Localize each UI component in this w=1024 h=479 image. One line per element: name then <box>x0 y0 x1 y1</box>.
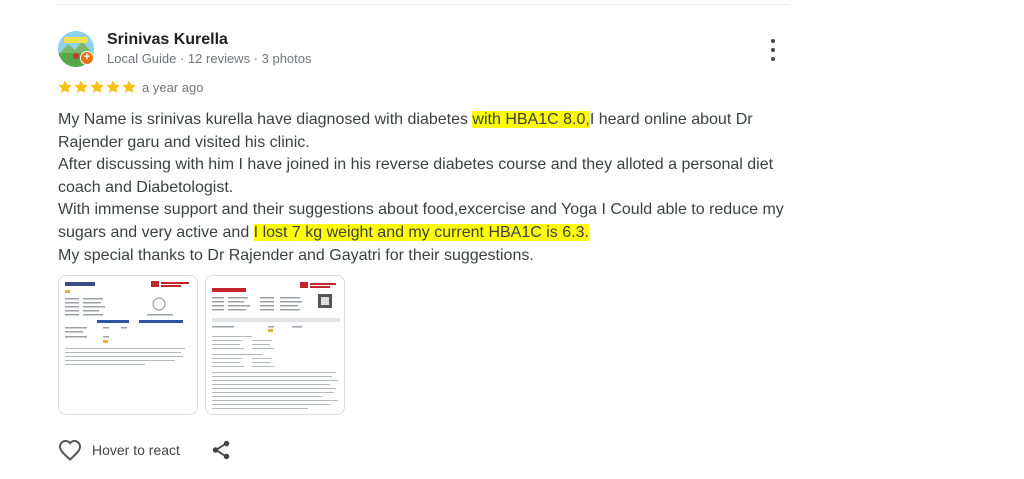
top-divider <box>57 4 788 5</box>
lab-report-thumbnail <box>206 276 344 414</box>
more-vert-icon[interactable] <box>765 38 781 62</box>
review-photo[interactable] <box>205 275 345 415</box>
review-text-segment: My Name is srinivas kurella have diagnos… <box>58 111 473 128</box>
share-glyph <box>212 440 230 460</box>
local-guide-badge-icon: + <box>80 51 94 65</box>
reviewer-meta: Local Guide · 12 reviews · 3 photos <box>107 51 312 66</box>
reviewer-name[interactable]: Srinivas Kurella <box>107 31 228 49</box>
share-icon[interactable] <box>210 439 232 461</box>
review-highlight: with HBA1C 8.0, <box>472 111 590 128</box>
rating-stars <box>57 79 137 95</box>
review-photo[interactable] <box>58 275 198 415</box>
review-paragraph: With immense support and their suggestio… <box>58 199 788 244</box>
review-age: a year ago <box>142 80 204 95</box>
review-text: My Name is srinivas kurella have diagnos… <box>58 109 788 267</box>
review-highlight: I lost 7 kg weight and my current HBA1C … <box>253 223 589 241</box>
lab-report-thumbnail <box>59 276 197 414</box>
star-icon <box>74 80 88 93</box>
star-icon <box>122 80 136 93</box>
star-icon <box>90 80 104 93</box>
heart-outline-icon <box>58 439 82 461</box>
star-icon <box>58 80 72 93</box>
react-button[interactable]: Hover to react <box>58 439 180 461</box>
review-paragraph: My special thanks to Dr Rajender and Gay… <box>58 246 534 264</box>
react-label: Hover to react <box>92 442 180 458</box>
review-paragraph: After discussing with him I have joined … <box>58 156 774 196</box>
star-icon <box>106 80 120 93</box>
review-paragraph: My Name is srinivas kurella have diagnos… <box>58 109 788 154</box>
